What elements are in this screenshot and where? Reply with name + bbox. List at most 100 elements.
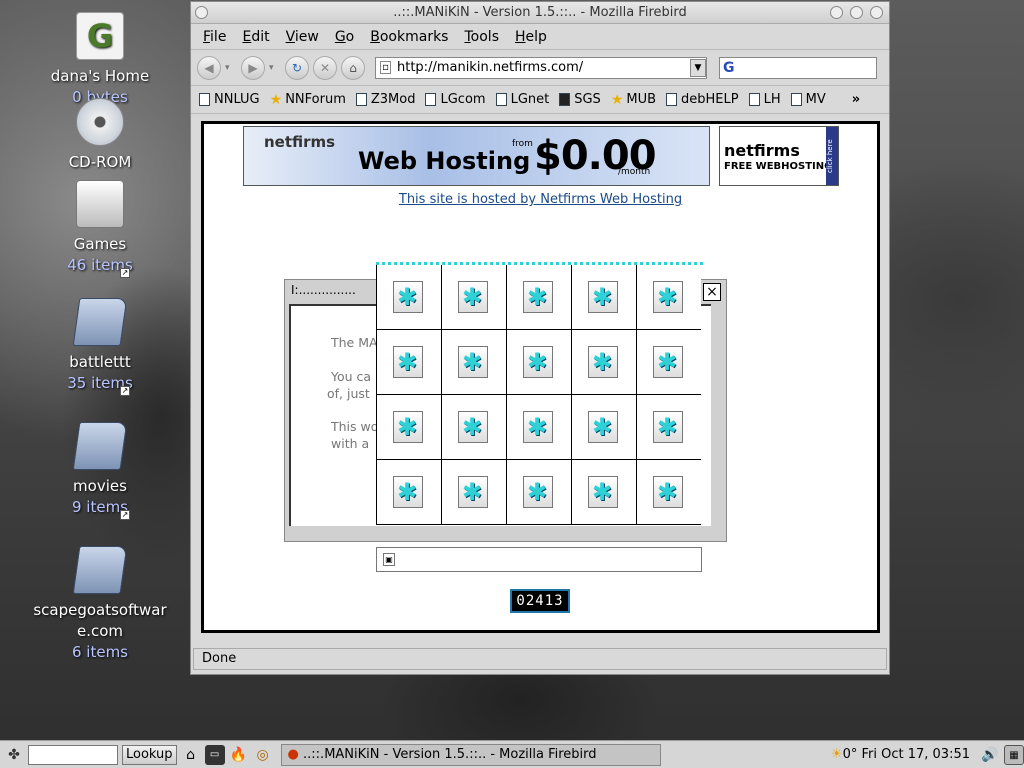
menu-bookmarks[interactable]: Bookmarks bbox=[362, 29, 456, 45]
broken-image-cell[interactable] bbox=[441, 265, 506, 330]
bookmark-item[interactable]: debHELP bbox=[666, 92, 739, 107]
forward-dropdown-icon[interactable]: ▾ bbox=[269, 63, 281, 73]
bookmark-folder-icon bbox=[666, 93, 678, 106]
workspace-switcher-icon[interactable]: ▦ bbox=[1004, 744, 1024, 765]
menu-go[interactable]: Go bbox=[327, 29, 362, 45]
home-nav-icon[interactable]: ⌂ bbox=[341, 55, 365, 80]
hosted-by-link[interactable]: This site is hosted by Netfirms Web Host… bbox=[204, 192, 877, 207]
bookmark-label: NNForum bbox=[285, 92, 346, 107]
clock-text: Fri Oct 17, 03:51 bbox=[861, 747, 970, 762]
taskbar-window-button[interactable]: ● ..::.MANiKiN - Version 1.5.::.. - Mozi… bbox=[280, 743, 661, 766]
bookmark-label: LH bbox=[763, 92, 781, 107]
bookmark-item[interactable]: SGS bbox=[559, 92, 601, 107]
broken-image-cell[interactable] bbox=[376, 265, 441, 330]
close-icon[interactable] bbox=[870, 6, 883, 19]
broken-image-cell[interactable] bbox=[571, 395, 636, 460]
bookmark-item[interactable]: Z3Mod bbox=[355, 92, 415, 107]
broken-image-cell[interactable] bbox=[506, 395, 571, 460]
desktop-icon-movies[interactable]: movies 9 items ↗ bbox=[30, 422, 170, 520]
netfirms-banner[interactable]: netfirms Web Hosting from $0.00 /month bbox=[243, 126, 710, 186]
minimize-icon[interactable] bbox=[830, 6, 843, 19]
broken-image-cell[interactable] bbox=[376, 460, 441, 525]
desktop-icon-home[interactable]: G dana's Home 0 bytes bbox=[30, 12, 170, 108]
broken-image-cell[interactable] bbox=[376, 330, 441, 395]
bookmark-item[interactable]: LGnet bbox=[495, 92, 549, 107]
desktop-icon-cdrom[interactable]: CD-ROM bbox=[30, 98, 170, 173]
menu-view[interactable]: View bbox=[278, 29, 327, 45]
url-bar[interactable]: ▫ http://manikin.netfirms.com/ ▼ bbox=[375, 56, 707, 79]
bookmark-item[interactable]: LGcom bbox=[425, 92, 486, 107]
broken-image-cell[interactable] bbox=[506, 330, 571, 395]
broken-image-cell[interactable] bbox=[571, 330, 636, 395]
banner-headline: Web Hosting bbox=[358, 147, 531, 175]
broken-image-icon bbox=[588, 411, 618, 443]
url-dropdown-icon[interactable]: ▼ bbox=[690, 58, 706, 77]
desktop-icon-games[interactable]: Games 46 items ↗ bbox=[30, 180, 170, 278]
home-launcher-icon[interactable]: ⌂ bbox=[181, 745, 201, 765]
window-titlebar[interactable]: ..::.MANiKiN - Version 1.5.::.. - Mozill… bbox=[191, 2, 889, 24]
broken-image-cell[interactable] bbox=[636, 395, 701, 460]
broken-image-cell[interactable] bbox=[441, 330, 506, 395]
menu-tools[interactable]: Tools bbox=[456, 29, 507, 45]
menu-edit[interactable]: Edit bbox=[234, 29, 277, 45]
desktop-icon-scapegoat[interactable]: scapegoatsoftware.com 6 items bbox=[30, 546, 170, 663]
broken-image-cell[interactable] bbox=[636, 265, 701, 330]
netfirms-small-banner[interactable]: netfirms FREE WEBHOSTING click here bbox=[719, 126, 839, 186]
broken-image-cell[interactable] bbox=[376, 395, 441, 460]
bookmark-item[interactable]: MV bbox=[790, 92, 826, 107]
forward-arrow-icon[interactable]: ▶ bbox=[241, 55, 265, 80]
gnome-foot-icon[interactable]: ✤ bbox=[4, 745, 24, 765]
page-input-field[interactable]: ▣ bbox=[376, 547, 702, 572]
bookmark-item[interactable]: LH bbox=[748, 92, 781, 107]
desktop-icon-label: battlettt bbox=[69, 353, 131, 371]
broken-image-icon bbox=[393, 476, 423, 508]
broken-image-grid bbox=[376, 262, 703, 525]
window-menu-icon[interactable] bbox=[195, 6, 208, 19]
clock-app-icon[interactable]: ◎ bbox=[253, 745, 273, 765]
broken-image-icon bbox=[653, 411, 683, 443]
clock-area[interactable]: ☀0° Fri Oct 17, 03:51 bbox=[831, 747, 970, 762]
desktop-icon-battlettt[interactable]: battlettt 35 items ↗ bbox=[30, 298, 170, 396]
star-icon: ★ bbox=[610, 91, 624, 108]
maximize-icon[interactable] bbox=[850, 6, 863, 19]
broken-image-cell[interactable] bbox=[506, 460, 571, 525]
bookmark-label: MV bbox=[805, 92, 826, 107]
bookmark-item[interactable]: ★ MUB bbox=[611, 92, 656, 108]
navigation-toolbar: ◀ ▾ ▶ ▾ ↻ ✕ ⌂ ▫ http://manikin.netfirms.… bbox=[191, 50, 889, 86]
window-title: ..::.MANiKiN - Version 1.5.::.. - Mozill… bbox=[393, 5, 687, 20]
bookmark-item[interactable]: ★ NNForum bbox=[270, 92, 346, 108]
terminal-icon[interactable]: ▭ bbox=[204, 744, 225, 765]
back-arrow-icon[interactable]: ◀ bbox=[197, 55, 221, 80]
lookup-input[interactable] bbox=[28, 744, 118, 765]
page-content: netfirms Web Hosting from $0.00 /month n… bbox=[201, 121, 880, 633]
broken-image-cell[interactable] bbox=[441, 460, 506, 525]
stop-icon[interactable]: ✕ bbox=[313, 55, 337, 80]
folder-icon bbox=[72, 298, 128, 346]
broken-image-cell[interactable] bbox=[636, 330, 701, 395]
bookmarks-overflow-button[interactable]: » bbox=[852, 92, 860, 107]
reload-icon[interactable]: ↻ bbox=[285, 55, 309, 80]
dialog-line: with a bbox=[331, 436, 370, 451]
star-icon: ★ bbox=[269, 91, 283, 108]
bookmark-item[interactable]: NNLUG bbox=[199, 92, 260, 107]
menu-help[interactable]: Help bbox=[507, 29, 555, 45]
broken-image-cell[interactable] bbox=[571, 265, 636, 330]
volume-icon[interactable]: 🔊 bbox=[980, 745, 1000, 765]
broken-image-cell[interactable] bbox=[636, 460, 701, 525]
dialog-close-button[interactable]: × bbox=[703, 283, 721, 301]
broken-image-cell[interactable] bbox=[441, 395, 506, 460]
lookup-button[interactable]: Lookup bbox=[122, 744, 177, 765]
broken-image-cell[interactable] bbox=[506, 265, 571, 330]
bookmark-label: LGcom bbox=[440, 92, 486, 107]
firebird-icon[interactable]: 🔥 bbox=[229, 745, 249, 765]
film-icon bbox=[559, 93, 571, 106]
link-arrow-icon: ↗ bbox=[120, 510, 130, 520]
broken-image-icon bbox=[458, 346, 488, 378]
status-bar: Done bbox=[193, 648, 887, 670]
banner-logo: netfirms bbox=[264, 133, 336, 151]
menu-file[interactable]: File bbox=[195, 29, 234, 45]
back-dropdown-icon[interactable]: ▾ bbox=[225, 63, 237, 73]
bookmark-folder-icon bbox=[425, 93, 437, 106]
broken-image-cell[interactable] bbox=[571, 460, 636, 525]
search-input[interactable]: G bbox=[719, 56, 877, 79]
